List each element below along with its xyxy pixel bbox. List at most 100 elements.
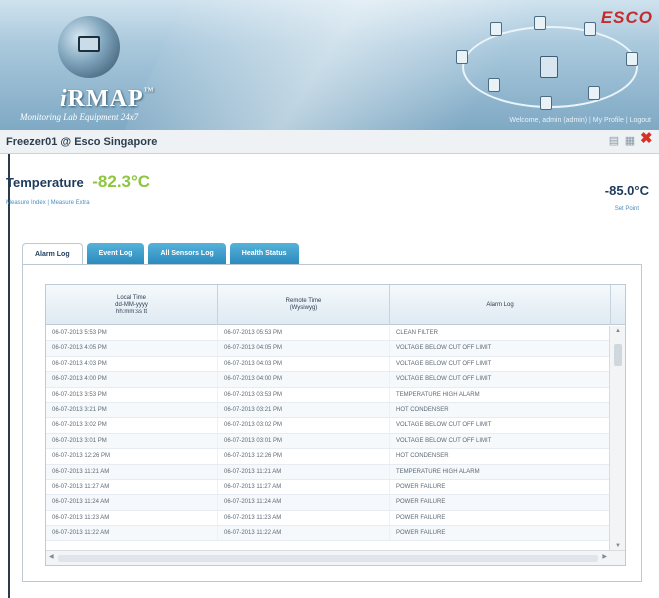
remote-time-cell: 06-07-2013 05:53 PM — [218, 326, 390, 341]
remote-time-cell: 06-07-2013 11:24 AM — [218, 495, 390, 510]
remote-time-cell: 06-07-2013 03:53 PM — [218, 387, 390, 402]
table-row[interactable]: 06-07-2013 11:24 AM 06-07-2013 11:24 AM PO… — [46, 495, 611, 511]
device-node-icon — [588, 86, 600, 100]
scroll-left-icon[interactable]: ◀ — [49, 553, 54, 560]
local-time-cell: 06-07-2013 11:24 AM — [46, 495, 218, 510]
alarm-message-cell: TEMPERATURE HIGH ALARM — [390, 387, 611, 402]
remote-time-cell: 06-07-2013 11:22 AM — [218, 526, 390, 541]
table-row[interactable]: 06-07-2013 3:53 PM 06-07-2013 03:53 PM TEM… — [46, 387, 611, 403]
set-point-value: -85.0°C — [604, 183, 649, 198]
server-icon — [540, 56, 558, 78]
table-row[interactable]: 06-07-2013 11:22 AM 06-07-2013 11:22 AM PO… — [46, 526, 611, 542]
temperature-value: -82.3°C — [92, 172, 151, 191]
horizontal-scroll-thumb[interactable] — [58, 555, 598, 562]
globe-logo-icon — [58, 16, 120, 78]
device-node-icon — [456, 50, 468, 64]
device-node-icon — [584, 22, 596, 36]
grid-header: Local Time dd-MM-yyyy hh:mm:ss tt Remote… — [46, 285, 625, 325]
vertical-scroll-thumb[interactable] — [614, 344, 622, 366]
table-row[interactable]: 06-07-2013 11:21 AM 06-07-2013 11:21 AM TE… — [46, 464, 611, 480]
alarm-message-cell: VOLTAGE BELOW CUT OFF LIMIT — [390, 418, 611, 433]
device-node-icon — [534, 16, 546, 30]
device-node-icon — [626, 52, 638, 66]
table-row[interactable]: 06-07-2013 4:05 PM 06-07-2013 04:05 PM VOL… — [46, 341, 611, 357]
vertical-scrollbar[interactable]: ▲ ▼ — [609, 326, 625, 551]
table-row[interactable]: 06-07-2013 4:00 PM 06-07-2013 04:00 PM VOL… — [46, 372, 611, 388]
local-time-cell: 06-07-2013 3:01 PM — [46, 433, 218, 449]
remote-time-cell: 06-07-2013 11:21 AM — [218, 464, 390, 479]
remote-time-format: (Wysiwyg) — [289, 305, 318, 311]
table-row[interactable]: 06-07-2013 11:23 AM 06-07-2013 11:23 AM PO… — [46, 510, 611, 527]
alarm-message-cell: HOT CONDENSER — [390, 449, 611, 464]
measure-links[interactable]: Measure Index | Measure Extra — [6, 200, 150, 206]
set-point-label: Set Point — [614, 206, 640, 212]
alarm-log-panel: Local Time dd-MM-yyyy hh:mm:ss tt Remote… — [22, 264, 642, 582]
table-row[interactable]: 06-07-2013 11:27 AM 06-07-2013 11:27 AM PO… — [46, 479, 611, 496]
table-row[interactable]: 06-07-2013 4:03 PM 06-07-2013 04:03 PM VOL… — [46, 356, 611, 373]
local-time-cell: 06-07-2013 11:21 AM — [46, 464, 218, 479]
table-row[interactable]: 06-07-2013 12:26 PM 06-07-2013 12:26 PM HO… — [46, 449, 611, 465]
table-row[interactable]: 06-07-2013 3:02 PM 06-07-2013 03:02 PM VOL… — [46, 418, 611, 434]
remote-time-cell: 06-07-2013 03:01 PM — [218, 433, 390, 449]
device-node-icon — [488, 78, 500, 92]
remote-time-heading: Remote Time — [285, 298, 322, 304]
column-header-remote-time[interactable]: Remote Time (Wysiwyg) — [218, 285, 390, 325]
table-row[interactable]: 06-07-2013 3:01 PM 06-07-2013 03:01 PM VOL… — [46, 433, 611, 450]
column-header-alarm-log[interactable]: Alarm Log — [390, 285, 611, 325]
temperature-reading: Temperature -82.3°C Measure Index | Meas… — [6, 172, 150, 206]
app-logo-name: RMAP — [67, 86, 144, 112]
local-time-cell: 06-07-2013 11:27 AM — [46, 479, 218, 495]
alarm-log-grid: Local Time dd-MM-yyyy hh:mm:ss tt Remote… — [45, 284, 626, 566]
local-time-cell: 06-07-2013 4:05 PM — [46, 341, 218, 356]
app-tagline: Monitoring Lab Equipment 24x7 — [20, 112, 139, 122]
table-row[interactable]: 06-07-2013 3:21 PM 06-07-2013 03:21 PM HOT… — [46, 402, 611, 419]
printer-icon[interactable]: ▤ — [608, 135, 620, 147]
local-time-cell: 06-07-2013 4:03 PM — [46, 356, 218, 372]
local-time-heading: Local Time — [116, 294, 146, 301]
alarm-message-cell: CLEAN FILTER — [390, 326, 611, 341]
alarm-message-cell: VOLTAGE BELOW CUT OFF LIMIT — [390, 372, 611, 387]
scroll-up-icon[interactable]: ▲ — [610, 328, 625, 334]
scroll-right-icon[interactable]: ▶ — [602, 553, 607, 560]
local-time-cell: 06-07-2013 3:02 PM — [46, 418, 218, 433]
left-frame-border — [8, 154, 10, 598]
alarm-message-cell: POWER FAILURE — [390, 510, 611, 526]
remote-time-cell: 06-07-2013 04:03 PM — [218, 356, 390, 372]
remote-time-cell: 06-07-2013 11:27 AM — [218, 479, 390, 495]
alarm-message-cell: VOLTAGE BELOW CUT OFF LIMIT — [390, 356, 611, 372]
local-time-cell: 06-07-2013 11:22 AM — [46, 526, 218, 541]
close-icon[interactable]: ✖ — [640, 131, 653, 146]
tab-all-sensors-log[interactable]: All Sensors Log — [148, 243, 226, 265]
header-banner: iRMAP™ Monitoring Lab Equipment 24x7 ESC… — [0, 0, 659, 130]
device-node-icon — [490, 22, 502, 36]
tab-alarm-log[interactable]: Alarm Log — [22, 243, 83, 265]
set-point: -85.0°C Set Point — [605, 183, 649, 212]
user-links[interactable]: Welcome, admin (admin) | My Profile | Lo… — [509, 117, 651, 124]
local-time-cell: 06-07-2013 12:26 PM — [46, 449, 218, 464]
remote-time-cell: 06-07-2013 11:23 AM — [218, 510, 390, 526]
tab-event-log[interactable]: Event Log — [86, 243, 145, 265]
header-scroll-cap — [611, 285, 625, 325]
alarm-message-cell: POWER FAILURE — [390, 479, 611, 495]
network-diagram-icon — [448, 16, 648, 112]
alarm-message-cell: VOLTAGE BELOW CUT OFF LIMIT — [390, 341, 611, 356]
alarm-message-cell: VOLTAGE BELOW CUT OFF LIMIT — [390, 433, 611, 449]
app-logo-prefix: i — [60, 86, 68, 112]
panel-titlebar: Freezer01 @ Esco Singapore ▤ ▦ ✖ — [0, 130, 659, 154]
remote-time-cell: 06-07-2013 04:00 PM — [218, 372, 390, 387]
column-header-local-time[interactable]: Local Time dd-MM-yyyy hh:mm:ss tt — [46, 285, 218, 325]
alarm-log-heading: Alarm Log — [486, 301, 514, 308]
scroll-down-icon[interactable]: ▼ — [610, 543, 625, 549]
alarm-message-cell: TEMPERATURE HIGH ALARM — [390, 464, 611, 479]
remote-time-cell: 06-07-2013 03:02 PM — [218, 418, 390, 433]
remote-time-cell: 06-07-2013 12:26 PM — [218, 449, 390, 464]
horizontal-scrollbar[interactable]: ◀ ▶ — [46, 550, 625, 565]
trademark: ™ — [143, 86, 155, 97]
log-tabs: Alarm Log Event Log All Sensors Log Heal… — [22, 243, 303, 265]
tab-health-status[interactable]: Health Status — [229, 243, 299, 265]
local-time-cell: 06-07-2013 3:53 PM — [46, 387, 218, 402]
calendar-icon[interactable]: ▦ — [624, 135, 636, 147]
local-time-cell: 06-07-2013 3:21 PM — [46, 402, 218, 418]
table-row[interactable]: 06-07-2013 5:53 PM 06-07-2013 05:53 PM CLE… — [46, 326, 611, 342]
grid-rows: 06-07-2013 5:53 PM 06-07-2013 05:53 PM CLE… — [46, 326, 611, 542]
